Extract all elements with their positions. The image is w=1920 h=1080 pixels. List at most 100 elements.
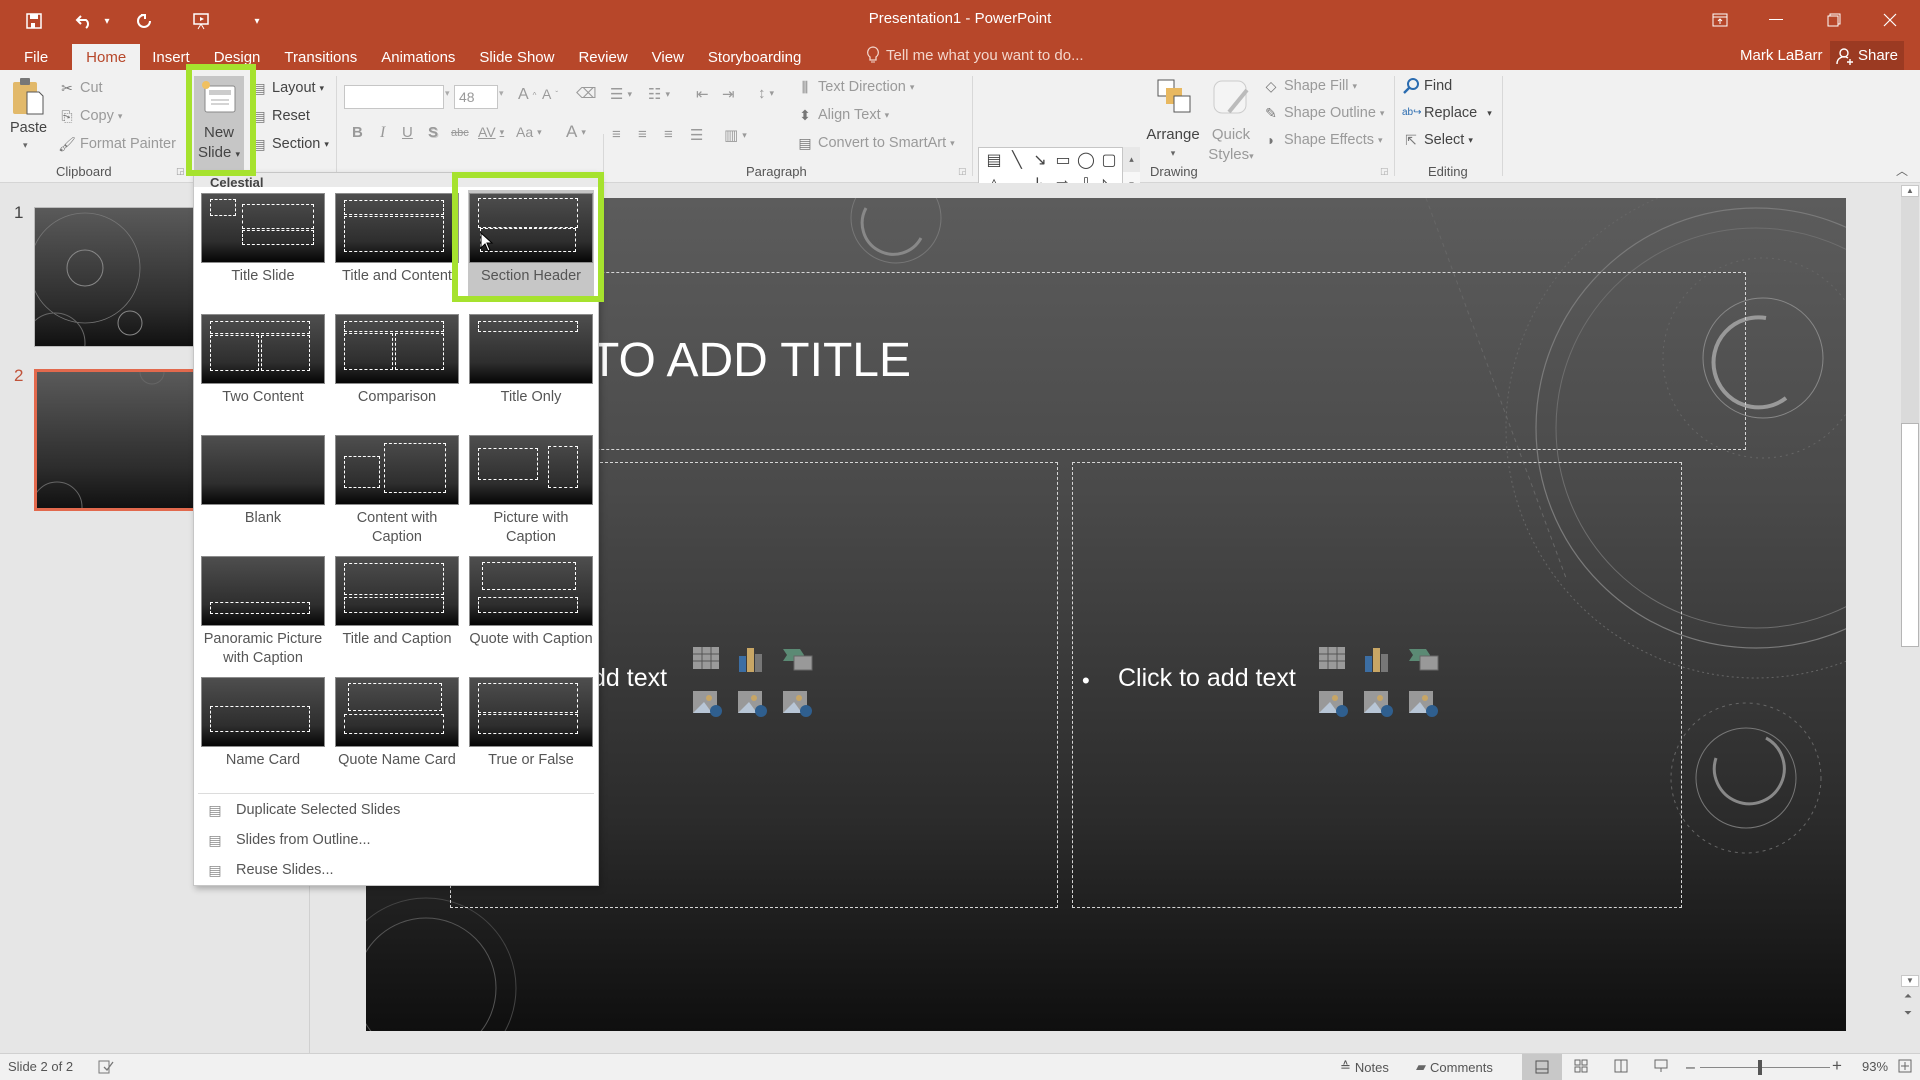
increase-indent-button[interactable]: ⇥ xyxy=(722,85,735,103)
insert-chart-icon[interactable] xyxy=(737,646,767,672)
insert-picture-icon[interactable] xyxy=(692,690,722,717)
insert-picture-icon[interactable] xyxy=(1318,690,1348,717)
shape-option[interactable]: ▢ xyxy=(1098,150,1120,172)
line-spacing-button[interactable]: ↕ ▾ xyxy=(758,85,774,102)
tab-review[interactable]: Review xyxy=(566,44,639,70)
zoom-level[interactable]: 93% xyxy=(1862,1059,1888,1074)
new-slide-button[interactable]: New Slide ▾ xyxy=(194,76,244,176)
tab-transitions[interactable]: Transitions xyxy=(272,44,369,70)
shape-effects-button[interactable]: ◗ Shape Effects ▾ xyxy=(1262,131,1383,149)
copy-button[interactable]: ⎘ Copy ▾ xyxy=(58,107,122,125)
scroll-down-button[interactable]: ▼ xyxy=(1901,975,1919,987)
vertical-scrollbar[interactable]: ▲ ▼ ⏶ ⏷ xyxy=(1900,183,1920,1053)
shape-option[interactable]: ▤ xyxy=(983,150,1005,172)
underline-button[interactable]: U xyxy=(402,124,413,141)
right-body-text[interactable]: Click to add text xyxy=(1118,664,1296,693)
zoom-in-button[interactable]: + xyxy=(1832,1056,1842,1076)
reading-view-button[interactable] xyxy=(1614,1059,1628,1073)
shape-option[interactable]: ╲ xyxy=(1006,150,1028,172)
strikethrough-button[interactable]: abc xyxy=(451,127,469,139)
title-placeholder-text[interactable]: TO ADD TITLE xyxy=(590,333,911,388)
font-name-dropdown-icon[interactable]: ▾ xyxy=(445,88,450,99)
user-name[interactable]: Mark LaBarr xyxy=(1740,47,1823,64)
tab-storyboarding[interactable]: Storyboarding xyxy=(696,44,813,70)
font-size-input[interactable]: 48 xyxy=(454,85,498,109)
section-button[interactable]: ▤ Section ▾ xyxy=(250,135,329,153)
text-direction-button[interactable]: ⫼ Text Direction ▾ xyxy=(796,78,915,96)
paste-button[interactable] xyxy=(10,76,46,116)
shape-fill-button[interactable]: ◇ Shape Fill ▾ xyxy=(1262,77,1357,95)
select-button[interactable]: ⇱ Select ▾ xyxy=(1402,131,1473,149)
grow-font-button[interactable]: A ^ xyxy=(518,86,536,104)
tab-animations[interactable]: Animations xyxy=(369,44,467,70)
quick-styles-button[interactable]: Quick Styles▾ xyxy=(1204,76,1258,176)
fit-to-window-button[interactable] xyxy=(1898,1059,1912,1073)
slideshow-view-button[interactable] xyxy=(1654,1059,1668,1073)
character-spacing-button[interactable]: AV ▾ xyxy=(478,124,504,140)
shape-option[interactable]: ▭ xyxy=(1052,150,1074,172)
replace-button[interactable]: ab↪ Replace ▾ xyxy=(1402,104,1492,122)
tab-home[interactable]: Home xyxy=(72,44,141,70)
insert-chart-icon[interactable] xyxy=(1363,646,1393,672)
layout-option-comparison[interactable]: Comparison xyxy=(334,314,460,407)
minimize-button[interactable] xyxy=(1748,0,1804,40)
find-button[interactable]: Find xyxy=(1402,77,1452,95)
reset-button[interactable]: ▤ Reset xyxy=(250,107,310,125)
ribbon-display-options-icon[interactable] xyxy=(1692,0,1748,40)
layout-option-name-card[interactable]: Name Card xyxy=(200,677,326,770)
text-shadow-button[interactable]: S xyxy=(428,124,438,141)
bold-button[interactable]: B xyxy=(352,124,363,141)
shape-option[interactable]: ↘ xyxy=(1029,150,1051,172)
layout-option-title-only[interactable]: Title Only xyxy=(468,314,594,407)
format-painter-button[interactable]: 🖌 Format Painter xyxy=(58,135,176,153)
zoom-slider[interactable] xyxy=(1700,1067,1830,1068)
restore-button[interactable] xyxy=(1806,0,1862,40)
scroll-track[interactable] xyxy=(1901,197,1919,423)
font-size-dropdown-icon[interactable]: ▾ xyxy=(499,88,504,99)
zoom-slider-thumb[interactable] xyxy=(1757,1060,1762,1075)
cut-button[interactable]: ✂ Cut xyxy=(58,79,102,97)
layout-option-picture-with-caption[interactable]: Picture with Caption xyxy=(468,435,594,547)
drawing-launcher-icon[interactable]: ◲ xyxy=(1380,166,1389,177)
tell-me-search[interactable]: Tell me what you want to do... xyxy=(866,46,1084,64)
font-color-button[interactable]: A ▾ xyxy=(566,122,586,142)
font-name-input[interactable] xyxy=(344,85,444,109)
align-left-button[interactable]: ≡ xyxy=(612,126,621,143)
zoom-out-button[interactable]: – xyxy=(1686,1059,1695,1077)
align-center-button[interactable]: ≡ xyxy=(638,126,647,143)
insert-smartart-icon[interactable] xyxy=(782,646,813,672)
previous-slide-icon[interactable]: ⏶ xyxy=(1904,991,1912,1002)
tab-file[interactable]: File xyxy=(0,44,72,70)
columns-button[interactable]: ▥ ▾ xyxy=(724,126,747,144)
shapes-scroll-up[interactable]: ▴ xyxy=(1123,147,1140,172)
layout-option-quote-with-caption[interactable]: Quote with Caption xyxy=(468,556,594,649)
tab-slide-show[interactable]: Slide Show xyxy=(467,44,566,70)
decrease-indent-button[interactable]: ⇤ xyxy=(696,85,709,103)
share-button[interactable]: Share xyxy=(1830,41,1904,70)
insert-online-picture-icon[interactable] xyxy=(737,690,767,717)
tab-design[interactable]: Design xyxy=(202,44,273,70)
collapse-ribbon-icon[interactable]: ︿ xyxy=(1896,162,1908,179)
paste-dropdown-icon[interactable]: ▾ xyxy=(23,140,28,151)
change-case-button[interactable]: Aa ▾ xyxy=(516,124,542,140)
spell-check-icon[interactable] xyxy=(98,1059,114,1075)
duplicate-selected-slides-item[interactable]: ▤ Duplicate Selected Slides xyxy=(194,796,598,824)
scroll-thumb[interactable] xyxy=(1901,423,1919,647)
insert-video-icon[interactable] xyxy=(1408,690,1438,717)
normal-view-button[interactable] xyxy=(1522,1054,1562,1080)
shape-option[interactable]: ◯ xyxy=(1075,150,1097,172)
insert-video-icon[interactable] xyxy=(782,690,812,717)
layout-option-title-slide[interactable]: Title Slide xyxy=(200,193,326,286)
insert-smartart-icon[interactable] xyxy=(1408,646,1439,672)
arrange-button[interactable]: Arrange ▾ xyxy=(1146,76,1200,176)
align-right-button[interactable]: ≡ xyxy=(664,126,673,143)
justify-button[interactable]: ☰ xyxy=(690,126,703,144)
notes-button[interactable]: ≙ Notes xyxy=(1340,1059,1389,1075)
slides-from-outline-item[interactable]: ▤ Slides from Outline... xyxy=(194,826,598,854)
convert-smartart-button[interactable]: ▤ Convert to SmartArt ▾ xyxy=(796,134,954,152)
layout-option-title-and-content[interactable]: Title and Content xyxy=(334,193,460,286)
reuse-slides-item[interactable]: ▤ Reuse Slides... xyxy=(194,856,598,884)
layout-option-title-and-caption[interactable]: Title and Caption xyxy=(334,556,460,649)
slide-sorter-button[interactable] xyxy=(1574,1059,1588,1073)
insert-table-icon[interactable] xyxy=(1318,646,1348,672)
